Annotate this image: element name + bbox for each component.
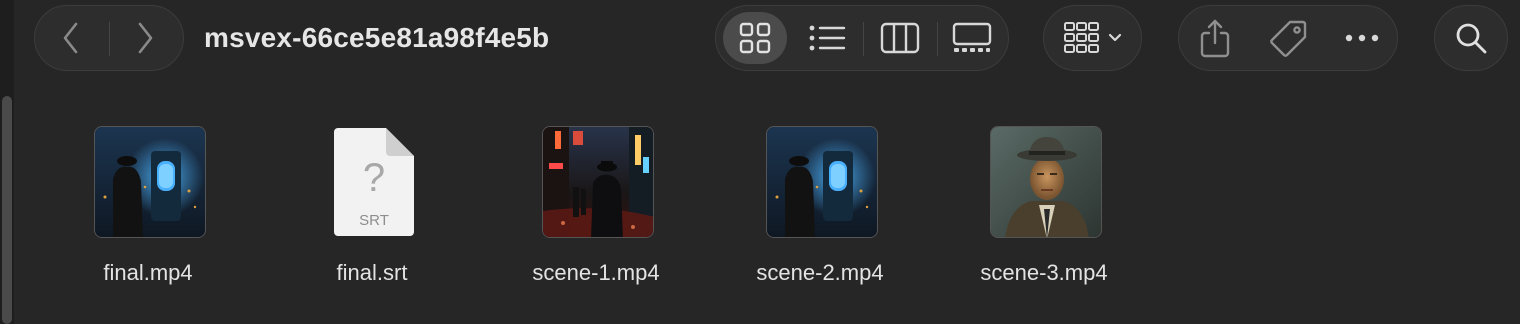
nav-separator bbox=[109, 22, 110, 56]
forward-button[interactable] bbox=[121, 6, 169, 70]
file-name: final.srt bbox=[336, 260, 408, 285]
sidebar-scrollbar[interactable] bbox=[2, 96, 12, 324]
icon-view-button[interactable] bbox=[723, 12, 787, 64]
grid-icon bbox=[739, 22, 771, 54]
view-separator bbox=[863, 22, 864, 56]
list-view-button[interactable] bbox=[796, 12, 860, 64]
search-control[interactable] bbox=[1435, 6, 1507, 70]
video-thumbnail bbox=[766, 126, 878, 238]
back-button[interactable] bbox=[47, 6, 95, 70]
file-name: final.mp4 bbox=[103, 260, 193, 285]
question-glyph: ? bbox=[362, 156, 386, 200]
group-by-icon bbox=[1064, 22, 1099, 53]
tag-icon bbox=[1270, 20, 1307, 57]
chevron-left-icon bbox=[63, 22, 78, 54]
list-icon bbox=[809, 25, 846, 51]
file-item[interactable]: scene-3.mp4 bbox=[944, 120, 1144, 300]
sidebar-edge bbox=[0, 0, 14, 324]
video-thumbnail bbox=[990, 126, 1102, 238]
file-item[interactable]: scene-1.mp4 bbox=[496, 120, 696, 300]
file-item[interactable]: scene-2.mp4 bbox=[720, 120, 920, 300]
navigation-group bbox=[34, 5, 184, 71]
document-icon: ? SRT bbox=[332, 126, 416, 238]
more-button[interactable] bbox=[1334, 6, 1390, 70]
file-name: scene-2.mp4 bbox=[756, 260, 884, 285]
search-icon bbox=[1456, 23, 1487, 54]
file-type-badge: SRT bbox=[359, 212, 389, 229]
group-by-button[interactable] bbox=[1043, 5, 1142, 71]
gallery-icon bbox=[952, 22, 992, 52]
file-name: scene-1.mp4 bbox=[532, 260, 660, 285]
share-icon bbox=[1200, 19, 1230, 58]
view-mode-group bbox=[715, 5, 1009, 71]
column-view-button[interactable] bbox=[868, 12, 932, 64]
gallery-view-button[interactable] bbox=[940, 12, 1004, 64]
more-icon bbox=[1345, 34, 1379, 42]
share-button[interactable] bbox=[1187, 6, 1243, 70]
search-button[interactable] bbox=[1434, 5, 1508, 71]
view-separator-2 bbox=[937, 22, 938, 56]
file-item[interactable]: ? SRT final.srt bbox=[272, 120, 472, 300]
file-name: scene-3.mp4 bbox=[980, 260, 1108, 285]
action-group bbox=[1178, 5, 1398, 71]
chevron-down-icon bbox=[1108, 33, 1122, 42]
file-item[interactable]: final.mp4 bbox=[48, 120, 248, 300]
video-thumbnail bbox=[542, 126, 654, 238]
video-thumbnail bbox=[94, 126, 206, 238]
window-title: msvex-66ce5e81a98f4e5b bbox=[204, 22, 550, 53]
columns-icon bbox=[880, 22, 920, 54]
file-grid: final.mp4 ? SRT final.srt scene-1.mp4 sc… bbox=[80, 120, 1280, 300]
tag-button[interactable] bbox=[1261, 6, 1317, 70]
chevron-right-icon bbox=[138, 22, 153, 54]
group-by-control[interactable] bbox=[1058, 6, 1128, 70]
